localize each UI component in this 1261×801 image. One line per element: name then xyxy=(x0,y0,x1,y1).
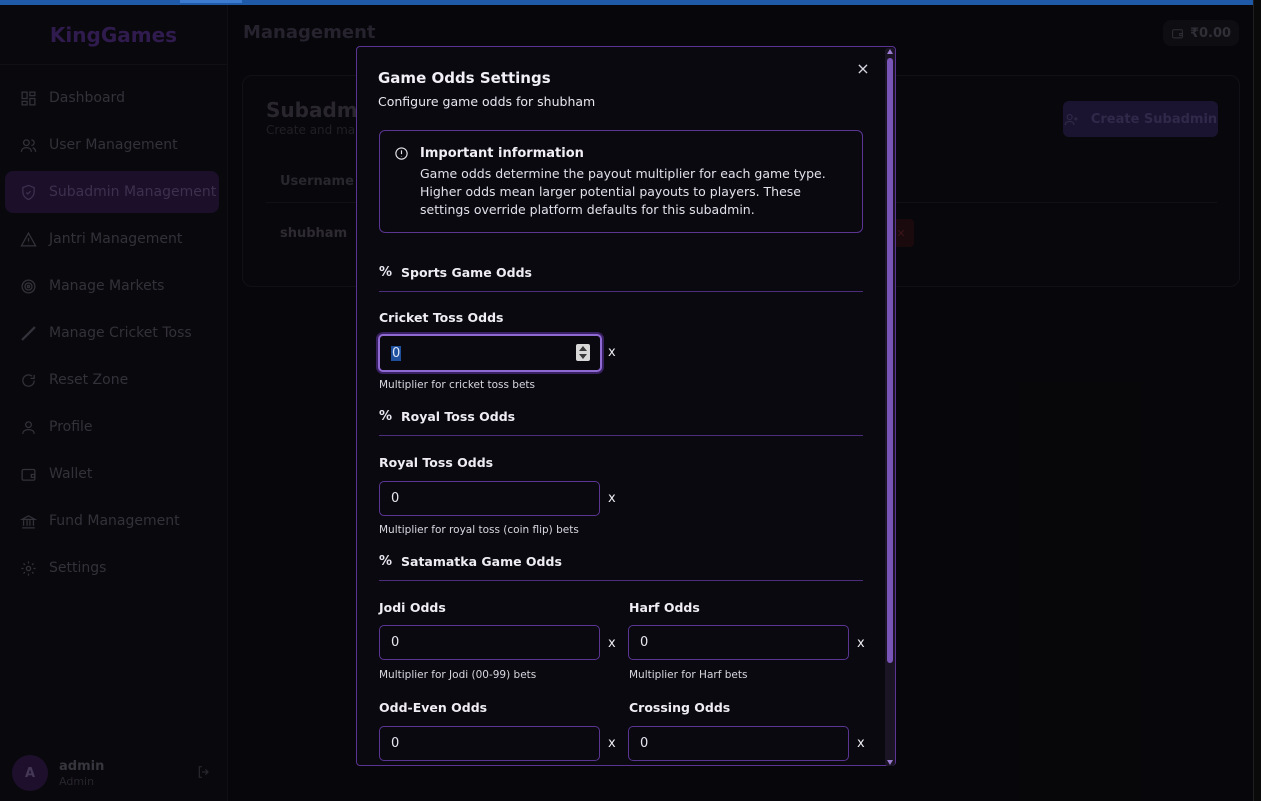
percent-icon: % xyxy=(379,409,393,424)
multiplier-suffix: x xyxy=(608,345,616,360)
modal-scrollbar[interactable] xyxy=(885,48,895,766)
section-royal: % Royal Toss Odds xyxy=(379,409,863,436)
crossing-input[interactable]: 0 xyxy=(628,726,849,761)
royal-toss-hint: Multiplier for royal toss (coin flip) be… xyxy=(379,524,579,536)
multiplier-suffix: x xyxy=(857,636,865,651)
section-label: Satamatka Game Odds xyxy=(401,554,562,569)
royal-toss-label: Royal Toss Odds xyxy=(379,455,494,470)
game-odds-modal: Game Odds Settings Configure game odds f… xyxy=(356,46,896,766)
browser-tab-indicator xyxy=(180,0,242,3)
harf-value: 0 xyxy=(640,635,649,650)
scroll-up-arrow-icon[interactable] xyxy=(887,49,893,54)
multiplier-suffix: x xyxy=(608,636,616,651)
percent-icon: % xyxy=(379,265,393,280)
harf-hint: Multiplier for Harf bets xyxy=(629,669,748,681)
jodi-hint: Multiplier for Jodi (00-99) bets xyxy=(379,669,537,681)
info-title: Important information xyxy=(420,146,584,161)
odd-even-label: Odd-Even Odds xyxy=(379,700,488,715)
percent-icon: % xyxy=(379,554,393,569)
scrollbar-thumb[interactable] xyxy=(887,58,893,663)
section-sports: % Sports Game Odds xyxy=(379,265,863,292)
section-satamatka: % Satamatka Game Odds xyxy=(379,554,863,581)
modal-subtitle: Configure game odds for shubham xyxy=(378,94,596,109)
cricket-toss-input[interactable]: 0 xyxy=(378,334,602,372)
section-label: Royal Toss Odds xyxy=(401,409,516,424)
odd-even-value: 0 xyxy=(391,736,400,751)
info-box: Important information Game odds determin… xyxy=(379,130,863,233)
royal-toss-input[interactable]: 0 xyxy=(379,481,600,516)
page-scrollbar[interactable] xyxy=(1253,0,1261,801)
odd-even-input[interactable]: 0 xyxy=(379,726,600,761)
jodi-input[interactable]: 0 xyxy=(379,625,600,660)
cricket-toss-label: Cricket Toss Odds xyxy=(379,310,504,325)
crossing-value: 0 xyxy=(640,736,649,751)
info-text: Game odds determine the payout multiplie… xyxy=(420,166,826,217)
royal-toss-value: 0 xyxy=(391,491,400,506)
jodi-value: 0 xyxy=(391,635,400,650)
number-stepper-icon[interactable] xyxy=(576,344,590,361)
cricket-toss-value: 0 xyxy=(391,345,402,361)
multiplier-suffix: x xyxy=(608,736,616,751)
crossing-label: Crossing Odds xyxy=(629,700,731,715)
scroll-down-arrow-icon[interactable] xyxy=(887,760,893,765)
modal-title: Game Odds Settings xyxy=(378,69,551,87)
info-circle-icon xyxy=(394,146,409,161)
close-icon[interactable]: × xyxy=(855,61,871,77)
section-label: Sports Game Odds xyxy=(401,265,532,280)
harf-label: Harf Odds xyxy=(629,600,700,615)
multiplier-suffix: x xyxy=(608,491,616,506)
cricket-toss-hint: Multiplier for cricket toss bets xyxy=(379,379,535,391)
jodi-label: Jodi Odds xyxy=(379,600,446,615)
harf-input[interactable]: 0 xyxy=(628,625,849,660)
multiplier-suffix: x xyxy=(857,736,865,751)
